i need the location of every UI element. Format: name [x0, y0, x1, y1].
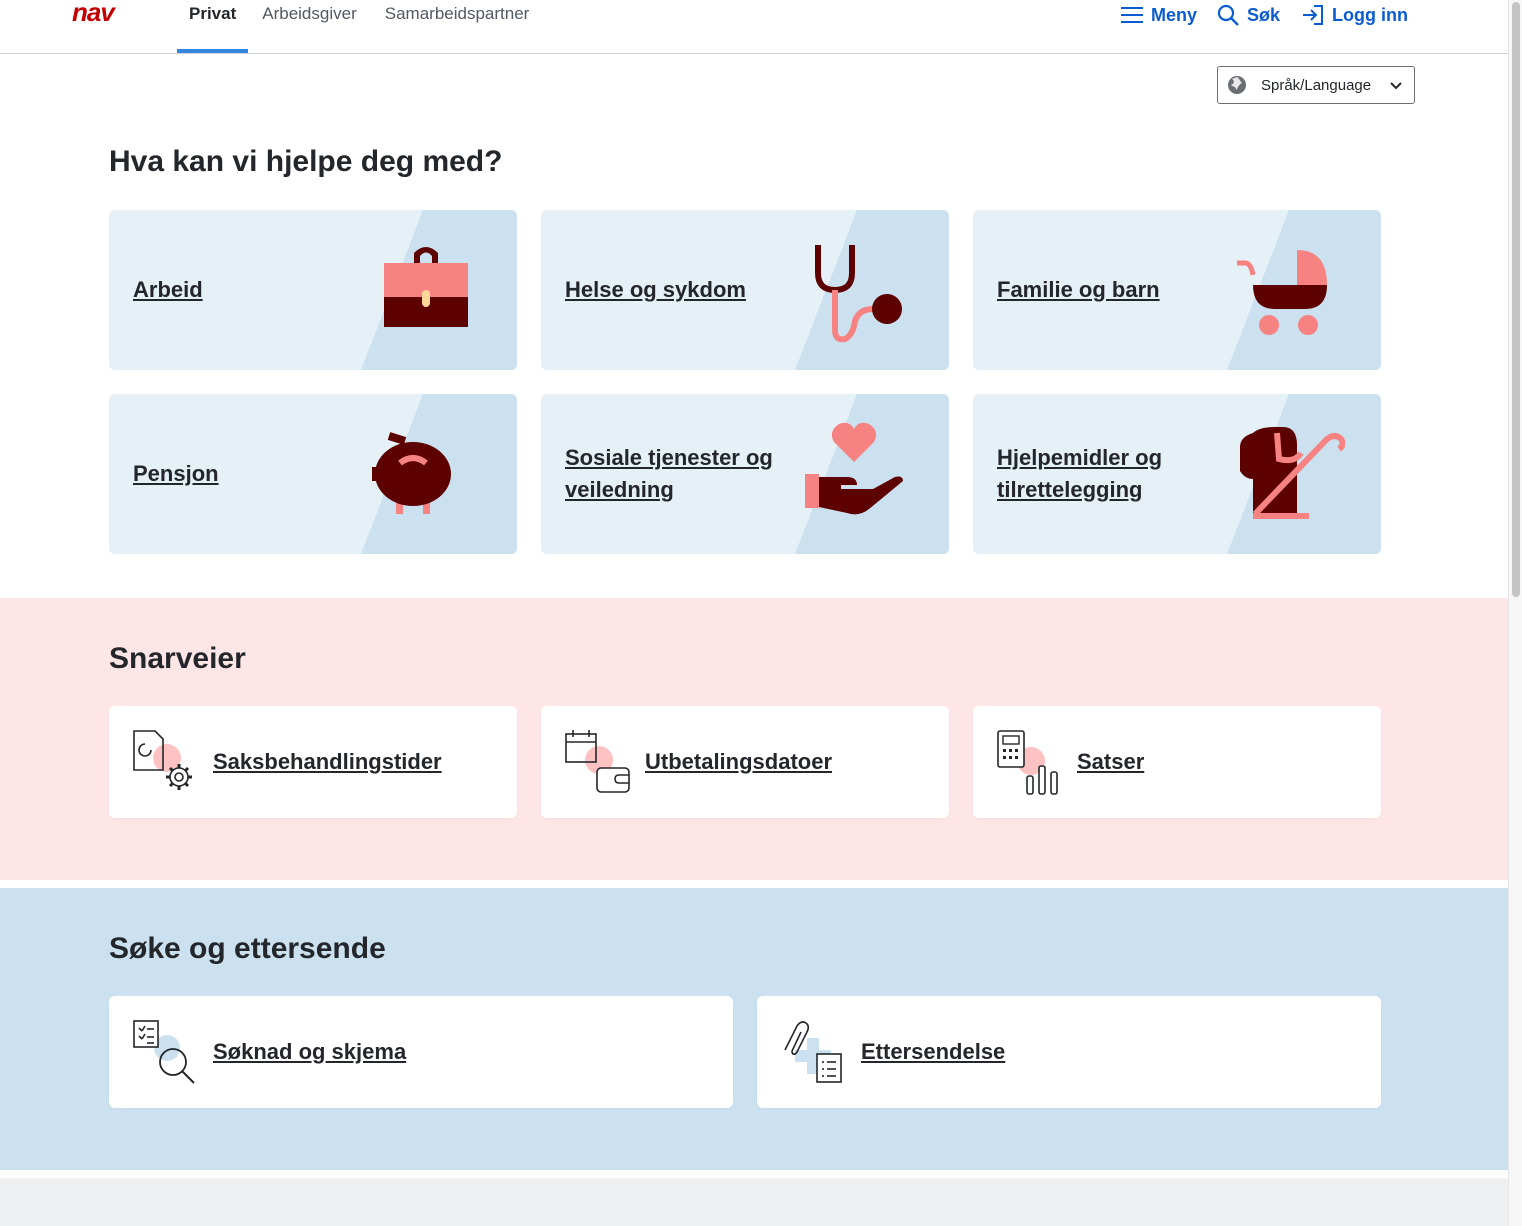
login-button[interactable]: Logg inn [1302, 4, 1408, 26]
hamburger-icon [1120, 7, 1143, 23]
shortcut-label: Utbetalingsdatoer [645, 749, 833, 774]
shortcuts-section: Snarveier Saksbehandlingstider Utbetalin… [0, 598, 1508, 880]
apply-label: Søknad og skjema [213, 1039, 407, 1064]
stethoscope-icon [815, 245, 902, 343]
card-familie[interactable]: Familie og barn [973, 210, 1381, 370]
apply-label: Ettersendelse [861, 1039, 1006, 1064]
shortcut-satser[interactable]: Satser [973, 706, 1381, 818]
shortcut-saksbehandlingstider[interactable]: Saksbehandlingstider [109, 706, 517, 818]
tab-samarbeidspartner[interactable]: Samarbeidspartner [373, 0, 542, 53]
apply-heading: Søke og ettersende [109, 932, 386, 965]
card-pensjon[interactable]: Pensjon [109, 394, 517, 554]
shortcut-label: Satser [1077, 749, 1145, 774]
search-label: Søk [1247, 4, 1281, 25]
site-header: nav Privat Arbeidsgiver Samarbeidspartne… [0, 0, 1508, 54]
piggy-bank-icon [372, 432, 451, 514]
language-label: Språk/Language [1261, 76, 1372, 94]
briefcase-icon [384, 247, 468, 327]
card-label: Sosiale tjenester og veiledning [565, 445, 773, 502]
globe-icon [1228, 76, 1246, 94]
shortcuts-grid: Saksbehandlingstider Utbetalingsdatoer S… [109, 706, 1381, 818]
search-button[interactable]: Søk [1217, 4, 1280, 26]
help-cards: Arbeid Helse og sykdom Familie og barn P… [109, 210, 1381, 554]
form-search-icon [133, 1020, 195, 1084]
menu-button[interactable]: Meny [1120, 4, 1197, 26]
footer-strip [0, 1178, 1508, 1226]
calendar-wallet-icon [565, 730, 630, 793]
header-actions: Meny Søk Logg inn [1120, 0, 1408, 30]
shortcut-label: Saksbehandlingstider [213, 749, 442, 774]
page-scrollbar[interactable] [1508, 0, 1522, 1226]
apply-section: Søke og ettersende Søknad og skjema Ette… [0, 888, 1508, 1170]
card-hjelpemidler[interactable]: Hjelpemidler og tilrettelegging [973, 394, 1381, 554]
tab-privat[interactable]: Privat [177, 0, 249, 53]
card-label: Pensjon [133, 461, 219, 486]
stroller-icon [1237, 250, 1327, 335]
shortcuts-heading: Snarveier [109, 642, 246, 675]
search-icon [1217, 4, 1239, 26]
heart-hand-icon [805, 422, 903, 515]
shortcut-utbetalingsdatoer[interactable]: Utbetalingsdatoer [541, 706, 949, 818]
login-label: Logg inn [1332, 4, 1408, 25]
card-label: Familie og barn [997, 277, 1160, 302]
document-gear-icon [133, 730, 192, 790]
nav-logo[interactable]: nav [72, 2, 138, 24]
menu-label: Meny [1150, 4, 1197, 25]
help-heading: Hva kan vi hjelpe deg med? [109, 145, 503, 178]
card-arbeid[interactable]: Arbeid [109, 210, 517, 370]
chevron-down-icon [1390, 82, 1402, 90]
card-label: Arbeid [133, 277, 203, 302]
svg-text:nav: nav [72, 2, 116, 24]
apply-ettersendelse[interactable]: Ettersendelse [757, 996, 1381, 1108]
apply-grid: Søknad og skjema Ettersendelse [109, 996, 1381, 1108]
tab-arbeidsgiver[interactable]: Arbeidsgiver [250, 0, 369, 53]
scrollbar-thumb[interactable] [1512, 2, 1520, 597]
card-label: Helse og sykdom [565, 277, 746, 302]
language-select[interactable]: Språk/Language [1217, 66, 1415, 104]
paperclip-plus-icon [784, 1021, 842, 1083]
audience-tabs: Privat Arbeidsgiver Samarbeidspartner [177, 0, 541, 53]
card-helse[interactable]: Helse og sykdom [541, 210, 949, 370]
guide-dog-icon [1240, 427, 1345, 519]
login-icon [1303, 5, 1324, 25]
card-label: Hjelpemidler og tilrettelegging [997, 445, 1163, 502]
calculator-chart-icon [997, 730, 1058, 795]
card-sosiale[interactable]: Sosiale tjenester og veiledning [541, 394, 949, 554]
apply-soknad-skjema[interactable]: Søknad og skjema [109, 996, 733, 1108]
